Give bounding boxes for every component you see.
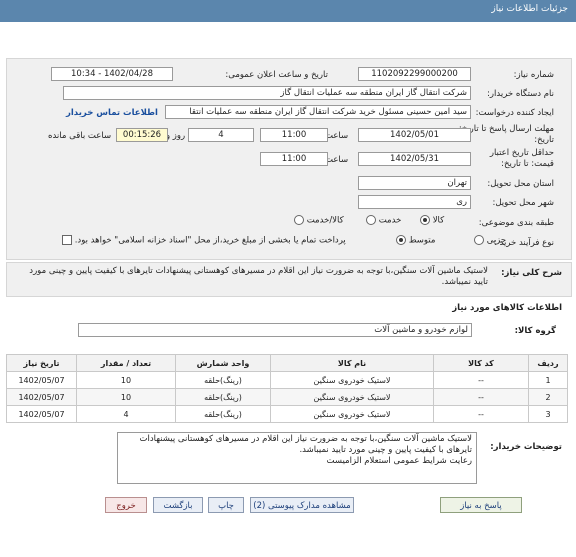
category-option-goods-service[interactable]: کالا/خدمت xyxy=(294,215,344,226)
col-unit: واحد شمارش xyxy=(175,354,271,372)
goods-section-title: اطلاعات کالاهای مورد نیاز xyxy=(452,303,562,313)
requester-field[interactable]: سید امین حسینی مسئول خرید شرکت انتقال گا… xyxy=(165,105,471,119)
goods-table: ردیف کد کالا نام کالا واحد شمارش تعداد /… xyxy=(6,354,568,423)
general-description-label: شرح کلی نیاز: xyxy=(501,268,562,278)
buyer-notes-label: توضیحات خریدار: xyxy=(490,442,562,452)
validity-time-label: ساعت xyxy=(325,155,349,165)
city-label: شهر محل تحویل: xyxy=(492,198,554,208)
announce-date-label: تاریخ و ساعت اعلان عمومی: xyxy=(225,70,328,80)
treasury-checkbox[interactable] xyxy=(62,235,72,245)
buyer-notes-line-2: تایرهای با کیفیت پایین و چینی مورد تایید… xyxy=(299,445,472,455)
deadline-time-label: ساعت xyxy=(325,131,349,141)
cell-qty: 4 xyxy=(76,405,176,423)
days-label: روز و xyxy=(166,131,186,141)
deadline-label-line2: تاریخ: xyxy=(534,135,554,145)
city-field[interactable]: ری xyxy=(358,195,471,209)
treasury-payment-option[interactable]: پرداخت تمام یا بخشی از مبلغ خرید،از محل … xyxy=(62,235,346,246)
buyer-notes-box: لاستیک ماشین آلات سنگین،با توجه به ضرورت… xyxy=(117,432,477,484)
deadline-time-field[interactable]: 11:00 xyxy=(260,128,328,142)
goods-group-field[interactable]: لوازم خودرو و ماشین آلات xyxy=(78,323,472,337)
buyer-notes-line-3: رعایت شرایط عمومی استعلام الزامیست xyxy=(326,456,472,466)
table-header-row: ردیف کد کالا نام کالا واحد شمارش تعداد /… xyxy=(6,354,568,372)
back-button[interactable]: بازگشت xyxy=(153,497,203,513)
general-description-text: لاستیک ماشین آلات سنگین،با توجه به ضرورت… xyxy=(29,266,488,287)
col-code: کد کالا xyxy=(433,354,529,372)
cell-date: 1402/05/07 xyxy=(6,405,77,423)
cell-code: -- xyxy=(433,388,529,406)
print-button[interactable]: چاپ xyxy=(208,497,244,513)
exit-button[interactable]: خروج xyxy=(105,497,147,513)
radio-partial[interactable] xyxy=(474,235,484,245)
cell-code: -- xyxy=(433,371,529,389)
buyer-name-label: نام دستگاه خریدار: xyxy=(487,89,554,99)
radio-medium[interactable] xyxy=(396,235,406,245)
cell-row: 1 xyxy=(528,371,568,389)
cell-name: لاستیک خودروی سنگین xyxy=(270,405,434,423)
cell-row: 3 xyxy=(528,405,568,423)
validity-date-field[interactable]: 1402/05/31 xyxy=(358,152,471,166)
table-row[interactable]: 1 -- لاستیک خودروی سنگین (رینگ)حلقه 10 1… xyxy=(6,371,568,389)
province-label: استان محل تحویل: xyxy=(487,179,554,189)
cell-name: لاستیک خودروی سنگین xyxy=(270,371,434,389)
requester-label: ایجاد کننده درخواست: xyxy=(475,108,554,118)
remaining-days-field[interactable]: 4 xyxy=(188,128,254,142)
category-option-service[interactable]: خدمت xyxy=(366,215,401,226)
process-option-medium[interactable]: متوسط xyxy=(396,235,435,246)
category-label: طبقه بندی موضوعی: xyxy=(478,218,554,228)
radio-goods-service[interactable] xyxy=(294,215,304,225)
buyer-contact-link[interactable]: اطلاعات تماس خریدار xyxy=(66,108,158,118)
window-title-bar: جزئیات اطلاعات نیاز xyxy=(0,0,576,22)
deadline-date-field[interactable]: 1402/05/01 xyxy=(358,128,471,142)
reply-button[interactable]: پاسخ به نیاز xyxy=(440,497,522,513)
deadline-label: مهلت ارسال پاسخ تا تاریخ: xyxy=(458,124,554,134)
need-number-label: شماره نیاز: xyxy=(513,70,554,80)
validity-label: حداقل تاریخ اعتبار xyxy=(489,148,554,158)
table-row[interactable]: 3 -- لاستیک خودروی سنگین (رینگ)حلقه 4 14… xyxy=(6,405,568,423)
buyer-notes-line-1: لاستیک ماشین آلات سنگین،با توجه به ضرورت… xyxy=(139,434,472,444)
announce-date-field[interactable]: 1402/04/28 - 10:34 xyxy=(51,67,173,81)
validity-time-field[interactable]: 11:00 xyxy=(260,152,328,166)
cell-date: 1402/05/07 xyxy=(6,371,77,389)
col-row: ردیف xyxy=(528,354,568,372)
radio-service[interactable] xyxy=(366,215,376,225)
table-row[interactable]: 2 -- لاستیک خودروی سنگین (رینگ)حلقه 10 1… xyxy=(6,388,568,406)
col-date: تاریخ نیاز xyxy=(6,354,77,372)
cell-name: لاستیک خودروی سنگین xyxy=(270,388,434,406)
cell-unit: (رینگ)حلقه xyxy=(175,371,271,389)
view-attachments-button[interactable]: مشاهده مدارک پیوستی (2) xyxy=(250,497,354,513)
cell-date: 1402/05/07 xyxy=(6,388,77,406)
category-option-goods[interactable]: کالا xyxy=(420,215,444,226)
window-title: جزئیات اطلاعات نیاز xyxy=(491,4,568,14)
cell-code: -- xyxy=(433,405,529,423)
validity-label-line2: قیمت: تا تاریخ: xyxy=(501,159,554,169)
radio-goods[interactable] xyxy=(420,215,430,225)
col-name: نام کالا xyxy=(270,354,434,372)
remaining-time-field: 00:15:26 xyxy=(116,128,168,142)
process-option-partial[interactable]: جزیی xyxy=(474,235,506,246)
remaining-time-label: ساعت باقی مانده xyxy=(48,131,112,141)
goods-group-label: گروه کالا: xyxy=(514,326,556,336)
need-number-field[interactable]: 1102092299000200 xyxy=(358,67,471,81)
cell-unit: (رینگ)حلقه xyxy=(175,405,271,423)
cell-row: 2 xyxy=(528,388,568,406)
buyer-name-field[interactable]: شرکت انتقال گاز ایران منطقه سه عملیات ان… xyxy=(63,86,471,100)
cell-qty: 10 xyxy=(76,371,176,389)
province-field[interactable]: تهران xyxy=(358,176,471,190)
cell-qty: 10 xyxy=(76,388,176,406)
col-qty: تعداد / مقدار xyxy=(76,354,176,372)
cell-unit: (رینگ)حلقه xyxy=(175,388,271,406)
